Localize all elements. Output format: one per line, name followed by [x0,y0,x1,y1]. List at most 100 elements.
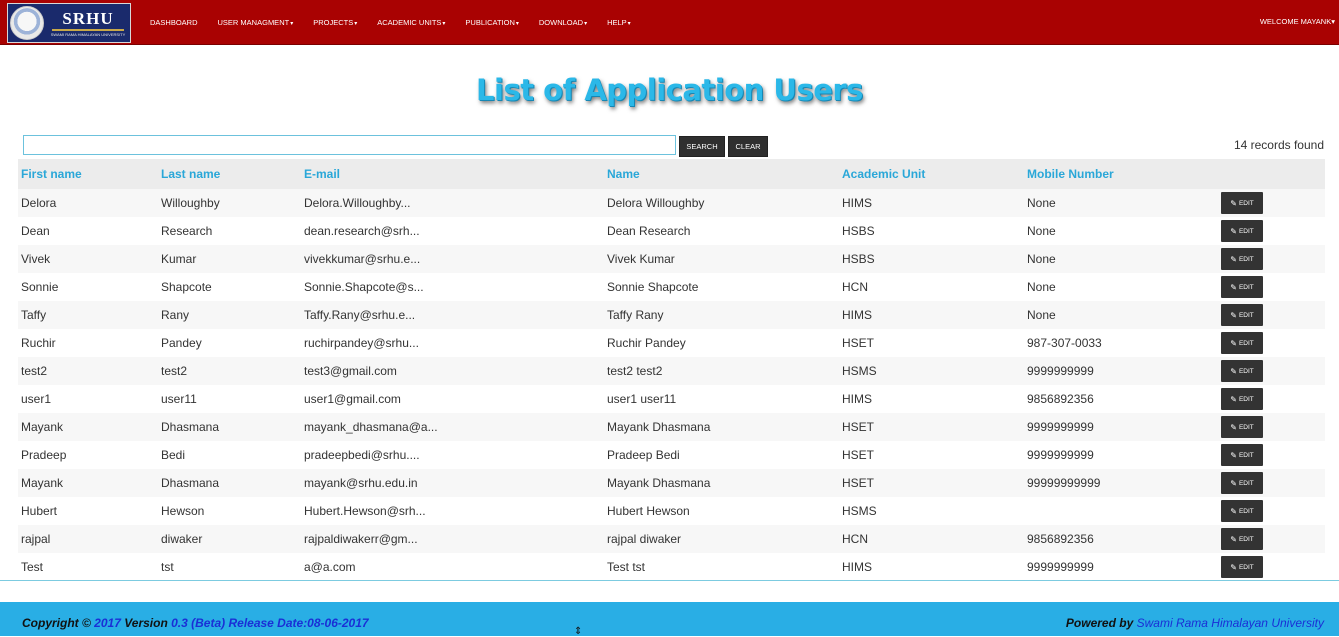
table-cell: None [1027,196,1056,210]
pencil-icon: ✎ [1230,282,1237,292]
edit-button[interactable]: ✎ EDIT [1221,444,1263,466]
table-row: Ruchir Pandey ruchirpandey@srhu... Ruchir P… [18,329,1325,357]
search-button[interactable]: SEARCH [679,136,725,157]
table-cell: a@a.com [304,560,356,574]
nav-item-download[interactable]: DOWNLOAD▾ [539,18,587,27]
table-row: user1 user11 user1@gmail.com user1 user11 HI… [18,385,1325,413]
edit-button[interactable]: ✎ EDIT [1221,248,1263,270]
table-cell: HIMS [842,392,872,406]
table-cell: Hubert [21,504,58,518]
table-cell: 9999999999 [1027,364,1094,378]
nav-item-help[interactable]: HELP▾ [607,18,631,27]
column-header[interactable]: E-mail [304,167,340,181]
table-cell: Research [161,224,213,238]
table-cell: Dhasmana [161,420,220,434]
edit-button[interactable]: ✎ EDIT [1221,388,1263,410]
table-row: Mayank Dhasmana mayank@srhu.edu.in Mayank D… [18,469,1325,497]
caret-down-icon: ▾ [290,21,294,27]
caret-down-icon: ▾ [1331,17,1335,26]
user-welcome-menu[interactable]: WELCOME MAYANK▾ [1260,17,1335,26]
page-title: List of Application Users [476,73,863,107]
top-navbar: SRHU SWAMI RAMA HIMALAYAN UNIVERSITY DAS… [0,0,1339,45]
edit-button[interactable]: ✎ EDIT [1221,556,1263,578]
table-cell: HSMS [842,504,877,518]
table-cell: vivekkumar@srhu.e... [304,252,421,266]
table-cell: ruchirpandey@srhu... [304,336,419,350]
table-cell: tst [161,560,174,574]
column-header[interactable]: Last name [161,167,220,181]
table-row: Sonnie Shapcote Sonnie.Shapcote@s... Sonnie… [18,273,1325,301]
table-cell: Hewson [161,504,205,518]
edit-button[interactable]: ✎ EDIT [1221,500,1263,522]
edit-button[interactable]: ✎ EDIT [1221,220,1263,242]
edit-button[interactable]: ✎ EDIT [1221,192,1263,214]
table-cell: HCN [842,532,868,546]
column-header[interactable]: Name [607,167,640,181]
table-cell: 9856892356 [1027,392,1094,406]
table-cell: HSET [842,420,875,434]
pencil-icon: ✎ [1230,534,1237,544]
table-cell: mayank_dhasmana@a... [304,420,438,434]
table-cell: 99999999999 [1027,476,1101,490]
nav-item-dashboard[interactable]: DASHBOARD [150,18,198,27]
pencil-icon: ✎ [1230,310,1237,320]
footer: Copyright © 2017 Version 0.3 (Beta) Rele… [0,602,1339,636]
table-cell: test2 [21,364,48,378]
table-cell: Delora.Willoughby... [304,196,411,210]
nav-item-academic-units[interactable]: ACADEMIC UNITS▾ [377,18,445,27]
edit-button[interactable]: ✎ EDIT [1221,416,1263,438]
table-cell: Pradeep Bedi [607,448,680,462]
nav-item-projects[interactable]: PROJECTS▾ [313,18,357,27]
table-cell: HIMS [842,196,872,210]
table-row: Test tst a@a.com Test tst HIMS 9999999999 ✎ EDI… [18,553,1325,581]
university-logo[interactable]: SRHU SWAMI RAMA HIMALAYAN UNIVERSITY [7,3,131,43]
table-cell: Test [21,560,44,574]
table-cell: Shapcote [161,280,212,294]
table-cell: user1@gmail.com [304,392,401,406]
table-row: rajpal diwaker rajpaldiwakerr@gm... rajpal … [18,525,1325,553]
column-header[interactable]: First name [21,167,82,181]
table-cell: Sonnie [21,280,59,294]
university-seal-icon [10,6,44,40]
table-cell: Dean [21,224,50,238]
edit-button[interactable]: ✎ EDIT [1221,332,1263,354]
table-cell: Dean Research [607,224,691,238]
main-nav-menu: DASHBOARD USER MANAGMENT▾ PROJECTS▾ ACADEMI… [150,0,651,45]
table-cell: HSBS [842,252,875,266]
table-cell: HCN [842,280,868,294]
table-cell: dean.research@srh... [304,224,420,238]
edit-button[interactable]: ✎ EDIT [1221,360,1263,382]
column-header[interactable]: Academic Unit [842,167,925,181]
table-cell: pradeepbedi@srhu.... [304,448,420,462]
caret-down-icon: ▾ [515,21,519,27]
table-cell: None [1027,308,1056,322]
nav-item-user-managment[interactable]: USER MANAGMENT▾ [218,18,294,27]
pencil-icon: ✎ [1230,422,1237,432]
search-input[interactable] [23,135,676,155]
logo-title: SRHU [62,8,114,28]
table-cell: HSBS [842,224,875,238]
table-row: Vivek Kumar vivekkumar@srhu.e... Vivek Kuma… [18,245,1325,273]
powered-by-link[interactable]: Swami Rama Himalayan University [1137,616,1324,630]
table-row: Dean Research dean.research@srh... Dean Res… [18,217,1325,245]
table-cell: Mayank [21,420,64,434]
edit-button[interactable]: ✎ EDIT [1221,276,1263,298]
clear-button[interactable]: CLEAR [728,136,768,157]
table-row: test2 test2 test3@gmail.com test2 test2 HSMS… [18,357,1325,385]
edit-button[interactable]: ✎ EDIT [1221,528,1263,550]
footer-powered-by: Powered by Swami Rama Himalayan Universi… [1065,616,1324,630]
table-cell: Bedi [161,448,186,462]
nav-item-publication[interactable]: PUBLICATION▾ [465,18,518,27]
table-cell: Hubert Hewson [607,504,690,518]
table-cell: user1 user11 [607,392,677,406]
column-header[interactable]: Mobile Number [1027,167,1114,181]
table-cell: Taffy Rany [607,308,664,322]
table-cell: Dhasmana [161,476,220,490]
mouse-cursor-icon: ⇕ [574,626,583,637]
table-cell: rajpal diwaker [607,532,682,546]
edit-button[interactable]: ✎ EDIT [1221,472,1263,494]
edit-button[interactable]: ✎ EDIT [1221,304,1263,326]
table-cell: user1 [21,392,52,406]
pencil-icon: ✎ [1230,450,1237,460]
caret-down-icon: ▾ [442,21,446,27]
